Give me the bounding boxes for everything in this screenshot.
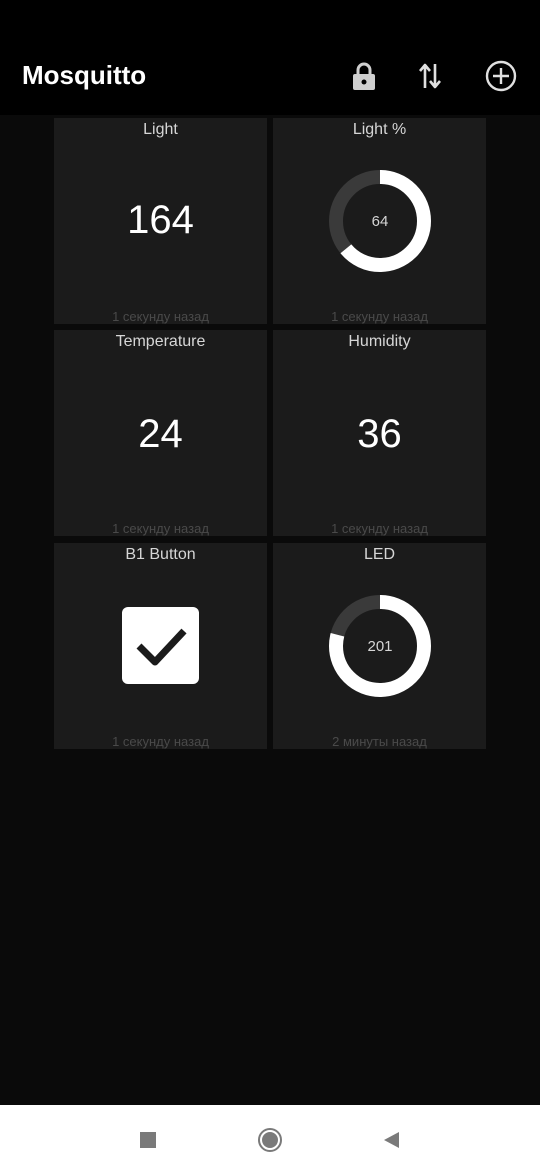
tile-title: Humidity — [348, 333, 411, 350]
tile-title: Temperature — [115, 333, 206, 350]
tile-timestamp: 1 секунду назад — [112, 309, 209, 324]
tile-humidity[interactable]: Humidity 36 1 секунду назад — [273, 330, 486, 536]
recents-square-icon[interactable] — [133, 1125, 163, 1155]
tile-timestamp: 1 секунду назад — [112, 521, 209, 536]
back-triangle-icon[interactable] — [376, 1125, 406, 1155]
add-circle-icon[interactable] — [483, 58, 519, 94]
tile-title: Light % — [352, 121, 407, 138]
tile-title: B1 Button — [125, 546, 196, 563]
tile-timestamp: 2 минуты назад — [332, 734, 427, 749]
home-circle-icon[interactable] — [255, 1125, 285, 1155]
tile-timestamp: 1 секунду назад — [331, 309, 428, 324]
app-title: Mosquitto — [22, 60, 147, 90]
tile-title: LED — [363, 546, 396, 563]
tile-led[interactable]: LED 201 2 минуты назад — [273, 543, 486, 749]
tile-temperature[interactable]: Temperature 24 1 секунду назад — [54, 330, 267, 536]
tile-value: 24 — [138, 412, 183, 456]
swap-vertical-icon[interactable] — [412, 58, 448, 94]
tile-light[interactable]: Light 164 1 секунду назад — [54, 118, 267, 324]
checkmark-icon — [136, 628, 187, 665]
b1-checkbox[interactable] — [122, 607, 199, 684]
system-nav-bar — [0, 1105, 540, 1170]
lock-icon[interactable] — [346, 58, 382, 94]
tile-timestamp: 1 секунду назад — [331, 521, 428, 536]
tile-timestamp: 1 секунду назад — [112, 734, 209, 749]
app-bar: Mosquitto — [0, 0, 540, 115]
gauge-light-percent: 64 — [329, 170, 431, 272]
gauge-value: 64 — [372, 213, 389, 230]
tile-b1-button[interactable]: B1 Button 1 секунду назад — [54, 543, 267, 749]
tile-value: 36 — [357, 412, 402, 456]
tile-title: Light — [143, 121, 178, 138]
gauge-led: 201 — [329, 595, 431, 697]
tile-light-percent[interactable]: Light % 64 1 секунду назад — [273, 118, 486, 324]
gauge-value: 201 — [367, 638, 392, 655]
tile-value: 164 — [127, 198, 194, 242]
